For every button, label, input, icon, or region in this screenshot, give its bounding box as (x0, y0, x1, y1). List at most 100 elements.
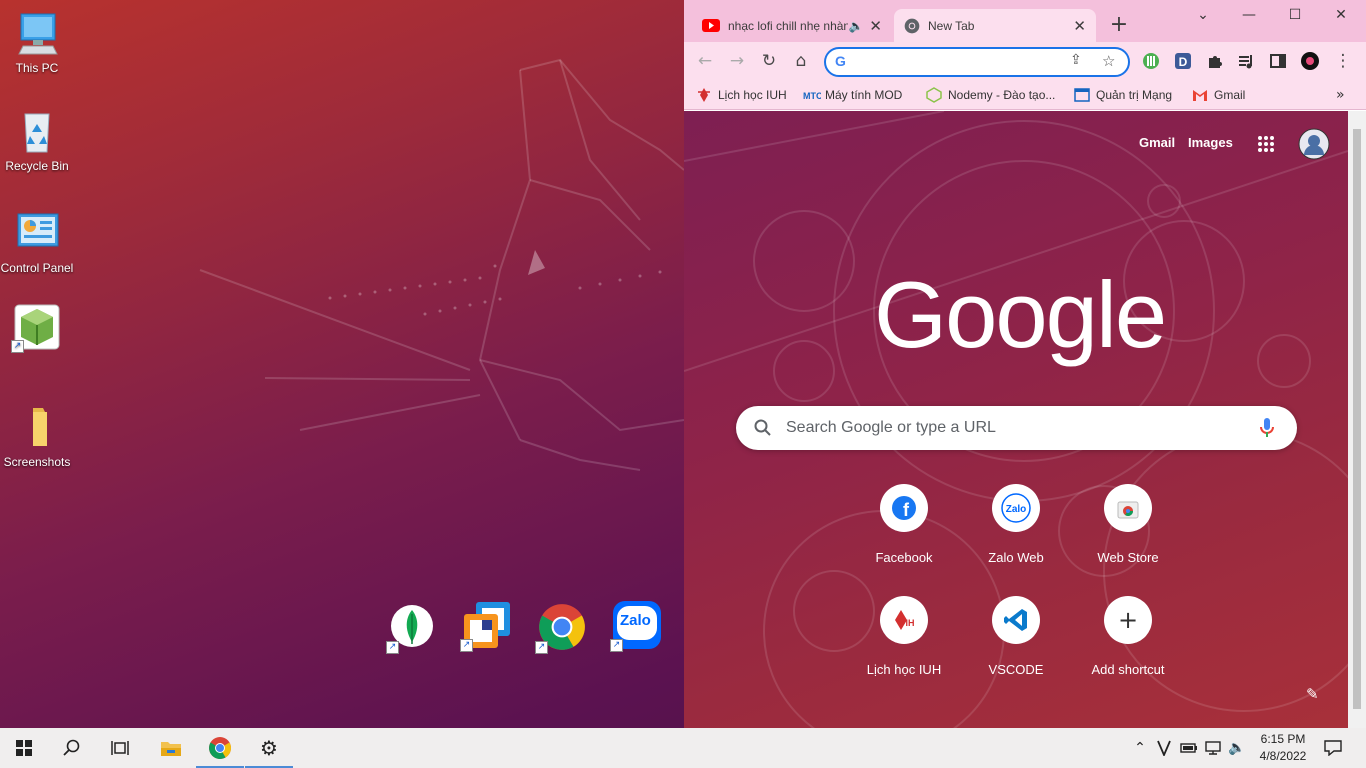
start-button[interactable] (0, 728, 48, 768)
bookmark-lich-hoc-iuh[interactable]: Lịch học IUH (696, 85, 787, 105)
maximize-button[interactable]: ☐ (1272, 0, 1318, 30)
profile-avatar[interactable] (1299, 50, 1321, 72)
search-input[interactable] (786, 418, 1246, 438)
taskbar: ⚙ ⌃ 🔈 6:15 PM 4/8/2022 (0, 728, 1366, 768)
shortcut-label: Web Store (1097, 550, 1159, 565)
bookmark-label: Gmail (1214, 88, 1246, 102)
new-tab-button[interactable]: + (1106, 12, 1132, 38)
svg-text:Zalo: Zalo (1006, 504, 1027, 515)
desktop-icon-this-pc[interactable]: This PC (0, 10, 74, 76)
network-icon[interactable] (1202, 728, 1224, 768)
forward-button[interactable]: → (726, 50, 748, 72)
extensions-puzzle-icon[interactable] (1204, 50, 1226, 72)
google-apps-grid-icon[interactable] (1257, 135, 1275, 153)
gmail-link[interactable]: Gmail (1139, 135, 1175, 150)
windows-logo-icon (16, 740, 32, 756)
extension-green-icon[interactable] (1140, 50, 1162, 72)
back-button[interactable]: ← (694, 50, 716, 72)
voice-search-mic-icon[interactable] (1260, 418, 1274, 438)
battery-icon[interactable] (1178, 728, 1200, 768)
audio-playing-icon[interactable]: 🔈 (848, 19, 863, 33)
tab-title: New Tab (928, 18, 975, 33)
bookmark-gmail[interactable]: Gmail (1192, 85, 1245, 105)
file-explorer-icon (161, 742, 181, 756)
taskbar-file-explorer[interactable] (147, 728, 195, 768)
google-g-icon: G (835, 53, 846, 69)
scrollbar-thumb[interactable] (1353, 129, 1361, 709)
dock-chrome[interactable]: ↗ (535, 602, 587, 654)
notifications-icon[interactable] (1320, 728, 1346, 768)
shortcut-arrow-icon: ↗ (535, 641, 548, 654)
bookmark-nodemy[interactable]: Nodemy - Đào tạo... (926, 85, 1055, 105)
desktop-icon-app-shortcut[interactable]: ↗ (0, 303, 74, 354)
facebook-icon: f (880, 484, 928, 532)
taskbar-settings[interactable]: ⚙ (245, 728, 293, 768)
dock-zalo[interactable]: Zalo ↗ (610, 600, 662, 652)
clock[interactable]: 6:15 PM 4/8/2022 (1252, 731, 1314, 765)
home-button[interactable]: ⌂ (790, 50, 812, 72)
shortcut-facebook[interactable]: f Facebook (848, 484, 960, 588)
share-icon[interactable]: ⇪ (1070, 52, 1082, 68)
bookmark-quan-tri-mang[interactable]: Quản trị Mạng (1074, 85, 1172, 105)
shortcut-zalo-web[interactable]: Zalo Zalo Web (960, 484, 1072, 588)
svg-text:D: D (1179, 55, 1188, 69)
tab-new-tab[interactable]: New Tab ✕ (894, 9, 1096, 42)
tab-search-chevron-icon[interactable]: ⌄ (1180, 0, 1226, 30)
desktop-icon-recycle-bin[interactable]: Recycle Bin (0, 108, 74, 174)
close-window-button[interactable]: ✕ (1318, 0, 1364, 30)
images-link[interactable]: Images (1188, 135, 1233, 150)
scrollbar[interactable] (1348, 111, 1366, 728)
shortcut-arrow-icon: ↗ (460, 639, 473, 652)
dock-vmware[interactable]: ↗ (460, 600, 512, 652)
bookmark-label: Máy tính MOD (825, 88, 903, 102)
bookmark-star-icon[interactable]: ☆ (1102, 52, 1115, 70)
account-avatar[interactable] (1298, 128, 1330, 160)
minimize-button[interactable]: — (1226, 0, 1272, 30)
taskbar-chrome[interactable] (196, 728, 244, 768)
shortcut-vscode[interactable]: VSCODE (960, 596, 1072, 700)
bookmark-label: Lịch học IUH (718, 88, 787, 102)
extension-d-icon[interactable]: D (1172, 50, 1194, 72)
bookmarks-overflow-icon[interactable]: » (1336, 85, 1345, 105)
side-panel-icon[interactable] (1267, 50, 1289, 72)
task-view-button[interactable] (96, 728, 144, 768)
tab-close-icon[interactable]: ✕ (1073, 17, 1086, 35)
dock-mongodb-compass[interactable]: ↗ (386, 602, 438, 654)
media-control-icon[interactable] (1235, 50, 1257, 72)
desktop-icon-screenshots[interactable]: Screenshots (0, 404, 74, 470)
iuh-logo-icon (696, 87, 712, 103)
vscode-icon (992, 596, 1040, 644)
clock-time: 6:15 PM (1260, 732, 1306, 746)
tab-close-icon[interactable]: ✕ (869, 17, 882, 35)
tab-youtube[interactable]: nhạc lofi chill nhẹ nhàng 🔈 ✕ (692, 9, 892, 42)
control-panel-icon (13, 210, 61, 258)
omnibox[interactable]: G ⇪ ☆ (824, 47, 1130, 77)
add-icon: + (1104, 596, 1152, 644)
ntp-search-box[interactable] (736, 406, 1297, 450)
tab-strip: nhạc lofi chill nhẹ nhàng 🔈 ✕ New Tab ✕ … (684, 0, 1366, 42)
svg-text:MTC: MTC (803, 91, 821, 101)
shortcut-web-store[interactable]: Web Store (1072, 484, 1184, 588)
search-icon (754, 419, 771, 436)
page-icon (1074, 87, 1090, 103)
svg-text:f: f (903, 500, 910, 520)
shortcut-add[interactable]: + Add shortcut (1072, 596, 1184, 700)
menu-kebab-icon[interactable]: ⋮ (1332, 50, 1354, 72)
customize-pencil-icon[interactable]: ✎ (1306, 685, 1319, 703)
svg-text:IH: IH (906, 618, 915, 628)
desktop-icon-label: This PC (15, 61, 59, 75)
shortcut-lich-hoc-iuh[interactable]: IH Lịch học IUH (848, 596, 960, 700)
chrome-toolbar: ← → ↻ ⌂ G ⇪ ☆ D ⋮ (684, 42, 1366, 80)
web-store-icon (1104, 484, 1152, 532)
iuh-logo-icon: IH (880, 596, 928, 644)
reload-button[interactable]: ↻ (758, 50, 780, 72)
desktop-icon-control-panel[interactable]: Control Panel (0, 210, 74, 276)
bookmark-may-tinh-mod[interactable]: MTC Máy tính MOD (803, 85, 902, 105)
show-hidden-icons-chevron-icon[interactable]: ⌃ (1130, 728, 1150, 768)
tray-vpn-v-icon[interactable] (1154, 728, 1174, 768)
address-input[interactable] (856, 53, 1056, 71)
volume-icon[interactable]: 🔈 (1226, 728, 1248, 768)
gmail-icon (1192, 87, 1208, 103)
search-icon (63, 739, 80, 756)
search-button[interactable] (48, 728, 96, 768)
